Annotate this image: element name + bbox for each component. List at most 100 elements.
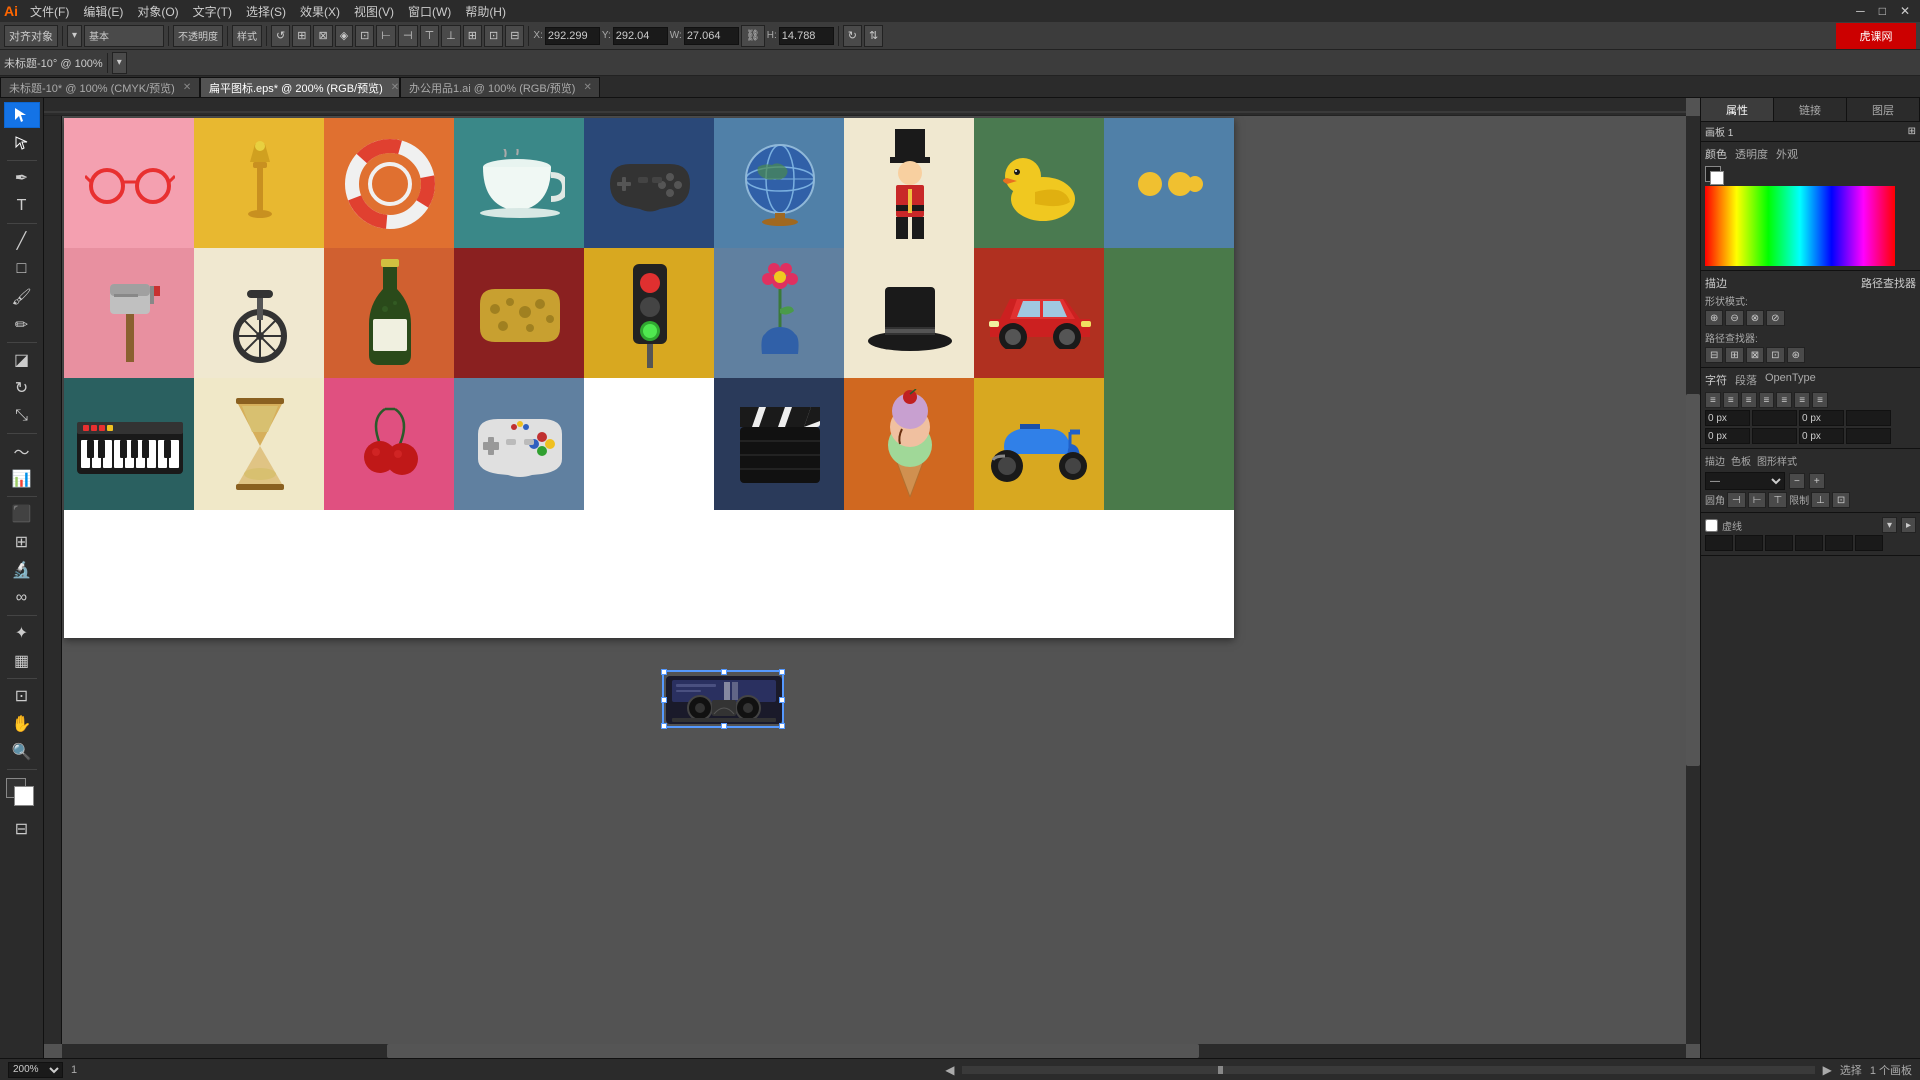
zoom-tool[interactable]: 🔍 xyxy=(4,739,40,765)
pathop-3[interactable]: ⊠ xyxy=(1746,347,1764,363)
column-graph-tool[interactable]: ▦ xyxy=(4,648,40,674)
handle-tr[interactable] xyxy=(779,669,785,675)
window-maximize[interactable]: □ xyxy=(1873,2,1892,20)
align-right[interactable]: ≡ xyxy=(1741,392,1757,408)
handle-ml[interactable] xyxy=(661,697,667,703)
opacity-btn[interactable]: 不透明度 xyxy=(173,25,223,47)
right-tab-layers[interactable]: 图层 xyxy=(1847,98,1920,121)
misc-btn10[interactable]: ⊡ xyxy=(484,25,503,47)
scroll-thumb-h[interactable] xyxy=(387,1044,1199,1058)
rotate-tool[interactable]: ↻ xyxy=(4,375,40,401)
dash-1[interactable] xyxy=(1705,535,1733,551)
misc-btn11[interactable]: ⊟ xyxy=(505,25,524,47)
scale-tool[interactable]: ⤡ xyxy=(4,403,40,429)
misc-btn2[interactable]: ⊠ xyxy=(313,25,332,47)
reflect-btn[interactable]: ⇅ xyxy=(864,25,883,47)
para-label[interactable]: 段落 xyxy=(1735,372,1757,388)
dash-2[interactable] xyxy=(1765,535,1793,551)
type-tool[interactable]: T xyxy=(4,193,40,219)
window-minimize[interactable]: ─ xyxy=(1850,2,1871,20)
tab-1-close[interactable]: ✕ xyxy=(391,82,399,93)
x-input[interactable] xyxy=(545,27,600,45)
tab-2-close[interactable]: ✕ xyxy=(583,82,591,93)
misc-btn4[interactable]: ⊡ xyxy=(355,25,374,47)
misc-btn7[interactable]: ⊤ xyxy=(420,25,440,47)
spacing2-left[interactable] xyxy=(1846,428,1891,444)
blend-tool[interactable]: ∞ xyxy=(4,585,40,611)
spacing2-right[interactable] xyxy=(1752,428,1797,444)
gap-1[interactable] xyxy=(1735,535,1763,551)
menu-select[interactable]: 选择(S) xyxy=(240,1,292,22)
artboard-tool[interactable]: ⊡ xyxy=(4,683,40,709)
menu-object[interactable]: 对象(O) xyxy=(131,1,184,22)
weight-plus[interactable]: + xyxy=(1809,473,1825,489)
canvas-area[interactable] xyxy=(44,98,1700,1058)
screen-mode-btn[interactable]: ⊟ xyxy=(4,816,40,842)
align-justify[interactable]: ≡ xyxy=(1759,392,1775,408)
cap-2[interactable]: ⊢ xyxy=(1748,492,1767,508)
right-tab-links[interactable]: 链接 xyxy=(1774,98,1847,121)
shape-mode-2[interactable]: ⊖ xyxy=(1725,310,1743,326)
pathop-4[interactable]: ⊡ xyxy=(1766,347,1784,363)
align-left[interactable]: ≡ xyxy=(1705,392,1721,408)
handle-bc[interactable] xyxy=(721,723,727,729)
misc-btn9[interactable]: ⊞ xyxy=(463,25,482,47)
dash-3[interactable] xyxy=(1825,535,1853,551)
reset-btn[interactable]: ↺ xyxy=(271,25,290,47)
right-tab-properties[interactable]: 属性 xyxy=(1701,98,1774,121)
dash-checkbox[interactable] xyxy=(1705,519,1718,532)
constrain-btn[interactable]: ⛓ xyxy=(741,25,765,47)
pathop-5[interactable]: ⊛ xyxy=(1787,347,1805,363)
handle-bl[interactable] xyxy=(661,723,667,729)
ot-label[interactable]: OpenType xyxy=(1765,372,1816,388)
fill-stroke-selector[interactable] xyxy=(4,776,40,812)
pathop-2[interactable]: ⊞ xyxy=(1725,347,1743,363)
dash-options-btn[interactable]: ▾ xyxy=(1882,517,1897,533)
handle-tc[interactable] xyxy=(721,669,727,675)
menu-help[interactable]: 帮助(H) xyxy=(459,1,512,22)
shape-mode-3[interactable]: ⊗ xyxy=(1746,310,1764,326)
dash-apply-btn[interactable]: ▸ xyxy=(1901,517,1916,533)
menu-view[interactable]: 视图(V) xyxy=(348,1,400,22)
misc-btn3[interactable]: ◈ xyxy=(335,25,353,47)
direct-selection-tool[interactable] xyxy=(4,130,40,156)
next-page-btn[interactable]: ▶ xyxy=(1823,1063,1832,1077)
align-justify2[interactable]: ≡ xyxy=(1776,392,1792,408)
spacing-bottom[interactable] xyxy=(1799,410,1844,426)
align-justify4[interactable]: ≡ xyxy=(1812,392,1828,408)
stroke-weight-select[interactable]: — xyxy=(1705,472,1785,490)
spacing2-bottom[interactable] xyxy=(1799,428,1844,444)
align-center[interactable]: ≡ xyxy=(1723,392,1739,408)
symbol-tool[interactable]: ✦ xyxy=(4,620,40,646)
hand-tool[interactable]: ✋ xyxy=(4,711,40,737)
selection-tool[interactable] xyxy=(4,102,40,128)
warp-tool[interactable]: 〜 xyxy=(4,438,40,464)
selected-object-container[interactable] xyxy=(662,670,784,728)
cap-3[interactable]: ⊤ xyxy=(1768,492,1787,508)
menu-edit[interactable]: 编辑(E) xyxy=(77,1,129,22)
color-gradient-swatch[interactable] xyxy=(1705,186,1895,266)
h-input[interactable] xyxy=(779,27,834,45)
layer-expand[interactable]: ⊞ xyxy=(1908,126,1916,137)
tab-0-close[interactable]: ✕ xyxy=(183,82,191,93)
spacing-right[interactable] xyxy=(1752,410,1797,426)
menu-type[interactable]: 文字(T) xyxy=(187,1,238,22)
window-close[interactable]: ✕ xyxy=(1894,2,1916,20)
cap-1[interactable]: ⊣ xyxy=(1727,492,1746,508)
style-btn[interactable]: 样式 xyxy=(232,25,262,47)
training-logo[interactable]: 虎课网 xyxy=(1836,23,1916,49)
gap-2[interactable] xyxy=(1795,535,1823,551)
char-label[interactable]: 字符 xyxy=(1705,372,1727,388)
misc-btn5[interactable]: ⊢ xyxy=(376,25,396,47)
rect-tool[interactable]: □ xyxy=(4,256,40,282)
pen-tool[interactable]: ✒ xyxy=(4,165,40,191)
mesh-tool[interactable]: ⊞ xyxy=(4,529,40,555)
menu-file[interactable]: 文件(F) xyxy=(24,1,75,22)
misc-btn8[interactable]: ⊥ xyxy=(441,25,461,47)
shape-mode-4[interactable]: ⊘ xyxy=(1766,310,1784,326)
y-input[interactable] xyxy=(613,27,668,45)
eraser-tool[interactable]: ◪ xyxy=(4,347,40,373)
eyedropper-tool[interactable]: 🔬 xyxy=(4,557,40,583)
vertical-scrollbar[interactable] xyxy=(1686,116,1700,1044)
line-tool[interactable]: ╱ xyxy=(4,228,40,254)
